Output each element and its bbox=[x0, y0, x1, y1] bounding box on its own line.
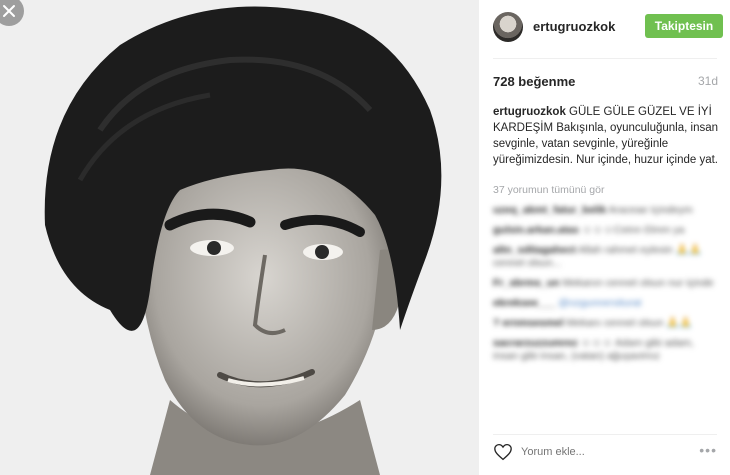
comment-footer: ••• bbox=[493, 438, 717, 468]
heart-icon[interactable] bbox=[493, 443, 513, 461]
header-divider bbox=[493, 58, 717, 59]
list-item: sacrarzuzzumrez ☺☺☺ Adam gibi adam, insa… bbox=[493, 337, 721, 363]
comment-username[interactable]: altn_sditagahect bbox=[493, 244, 576, 256]
comment-username[interactable]: sacrarzuzzumrez bbox=[493, 337, 578, 349]
list-item: ? ernmsesmel Mekanı cennet olsun 🙏🙏 bbox=[493, 317, 721, 330]
footer-divider bbox=[493, 434, 717, 435]
following-button[interactable]: Takiptesin bbox=[645, 14, 723, 38]
likes-count[interactable]: 728 beğenme bbox=[493, 74, 575, 89]
comment-username[interactable]: gulsin.arkan.atas bbox=[493, 224, 579, 236]
comment-username[interactable]: uzeq_akmt_fatur_belik bbox=[493, 204, 606, 216]
list-item: gulsin.arkan.atas ☺☺☺Ceinn Ɛlmm ya bbox=[493, 224, 721, 237]
list-item: ekreksee___ @ozgunnersiturat bbox=[493, 297, 721, 310]
list-item: Fr_sbrms_un Mekanın cennet olsun nur içi… bbox=[493, 277, 721, 290]
post-photo bbox=[0, 0, 478, 475]
username-link[interactable]: ertugruozkok bbox=[533, 19, 615, 34]
list-item: altn_sditagahect Allah rahmet eylesin 🙏🙏… bbox=[493, 244, 721, 270]
caption-username[interactable]: ertugruozkok bbox=[493, 106, 566, 118]
list-item: uzeq_akmt_fatur_belik Araceae Içindeym bbox=[493, 204, 721, 217]
more-options-button[interactable]: ••• bbox=[699, 442, 717, 458]
add-comment-input[interactable] bbox=[521, 446, 671, 458]
comment-text: Araceae Içindeym bbox=[606, 204, 693, 216]
comment-text: Mekanın cennet olsun nur içinde bbox=[559, 277, 714, 289]
post-sidebar: ertugruozkok Takiptesin 728 beğenme 31d … bbox=[478, 0, 730, 475]
view-all-comments-link[interactable]: 37 yorumun tümünü gör bbox=[493, 184, 604, 196]
comment-mention[interactable]: @ozgunnersiturat bbox=[555, 297, 641, 309]
comment-text: ☺☺☺Ceinn Ɛlmm ya bbox=[578, 224, 685, 236]
comment-username[interactable]: Fr_sbrms_un bbox=[493, 277, 560, 289]
comment-username[interactable]: ? ernmsesmel bbox=[493, 317, 564, 329]
avatar[interactable] bbox=[493, 12, 523, 42]
comment-username[interactable]: ekreksee___ bbox=[493, 297, 555, 309]
post-header: ertugruozkok Takiptesin bbox=[493, 10, 723, 46]
comment-text: Mekanı cennet olsun 🙏🙏 bbox=[563, 317, 693, 329]
portrait-image bbox=[0, 0, 478, 475]
post-caption: ertugruozkok GÜLE GÜLE GÜZEL VE İYİ KARD… bbox=[493, 104, 721, 168]
close-icon bbox=[3, 5, 15, 17]
comments-list: uzeq_akmt_fatur_belik Araceae Içindeym g… bbox=[493, 204, 721, 370]
post-time[interactable]: 31d bbox=[698, 74, 718, 88]
